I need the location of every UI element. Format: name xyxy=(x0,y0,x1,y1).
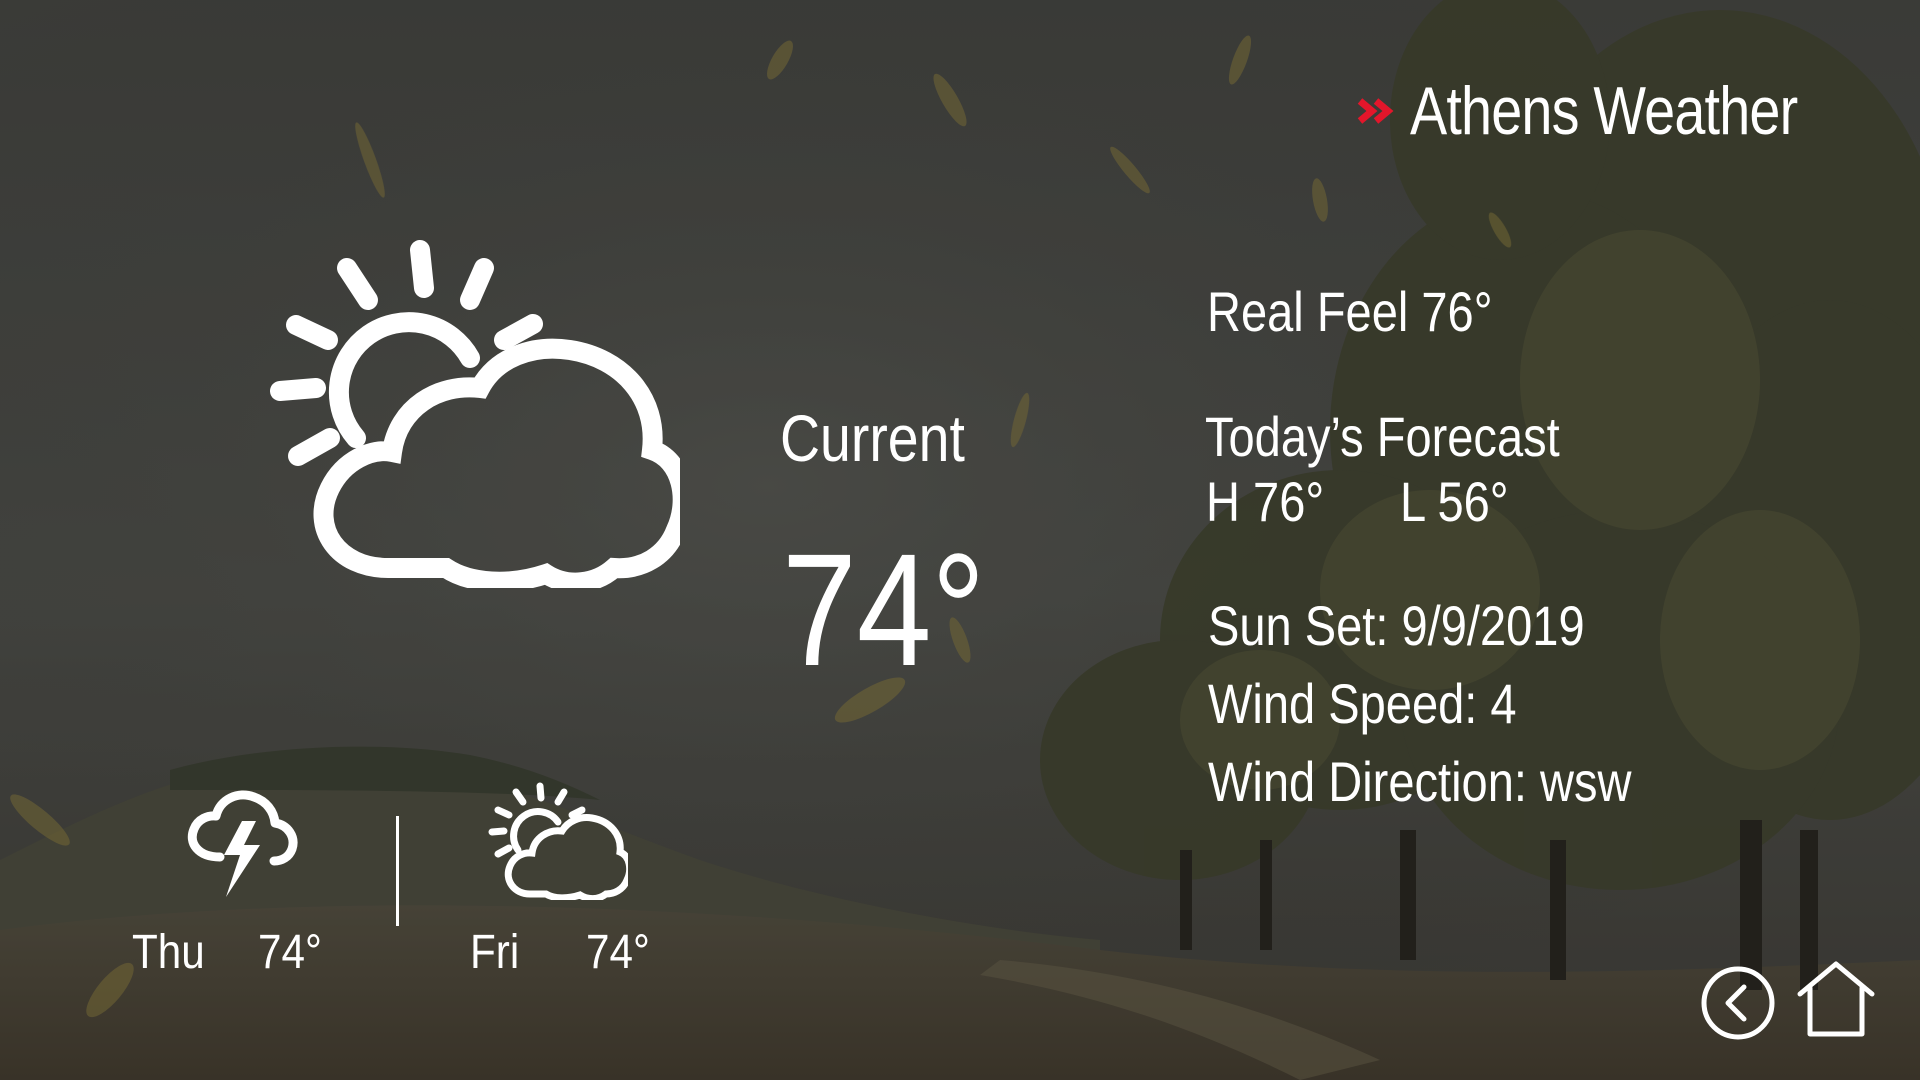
forecast-high: H 76° xyxy=(1206,470,1325,533)
weather-screen: Athens Weather Current 74° Real Feel 76°… xyxy=(0,0,1920,1080)
forecast-label: Today’s Forecast xyxy=(1205,405,1560,468)
partly-cloudy-icon xyxy=(270,240,680,588)
page-title: Athens Weather xyxy=(1409,73,1798,149)
forecast-low: L 56° xyxy=(1400,470,1509,533)
back-icon[interactable] xyxy=(1700,965,1776,1041)
partly-cloudy-icon xyxy=(488,782,628,900)
home-icon[interactable] xyxy=(1796,958,1876,1038)
wind-speed: Wind Speed: 4 xyxy=(1208,672,1517,735)
forecast-divider xyxy=(396,816,399,926)
forecast-temp-thu: 74° xyxy=(258,926,322,979)
wind-direction: Wind Direction: wsw xyxy=(1208,750,1632,813)
current-temperature: 74° xyxy=(782,520,986,699)
forecast-day-fri: Fri xyxy=(470,926,520,979)
thunderstorm-icon xyxy=(187,790,298,897)
real-feel: Real Feel 76° xyxy=(1207,280,1493,343)
header: Athens Weather xyxy=(1356,72,1882,150)
current-label: Current xyxy=(780,401,965,475)
sun-set: Sun Set: 9/9/2019 xyxy=(1208,594,1585,657)
double-chevron-right-icon xyxy=(1357,98,1394,124)
forecast-temp-fri: 74° xyxy=(586,926,650,979)
forecast-day-thu: Thu xyxy=(132,926,205,979)
